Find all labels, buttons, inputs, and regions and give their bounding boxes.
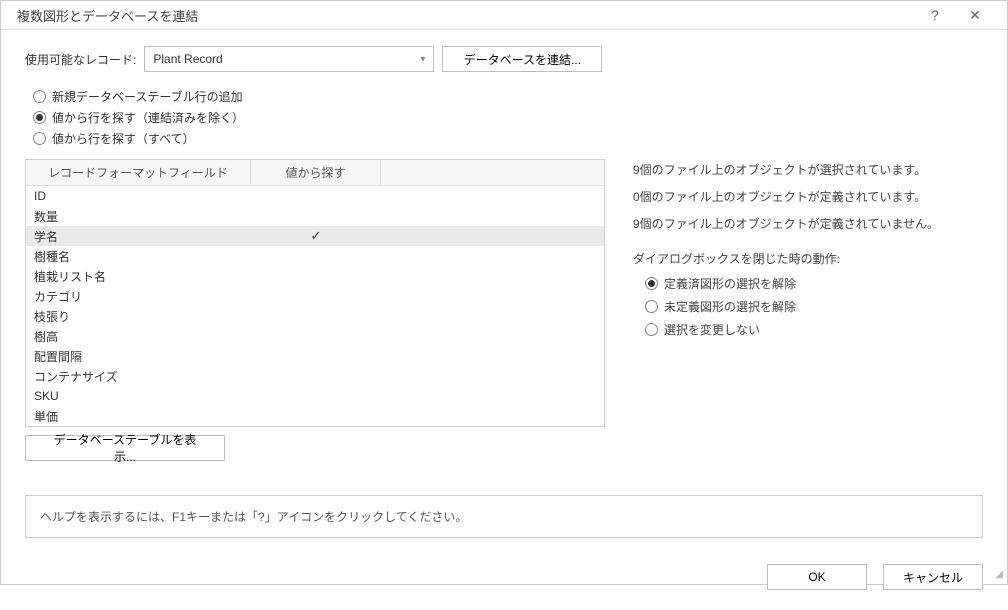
close-action-option[interactable]: 未定義図形の選択を解除	[645, 298, 983, 315]
status-selected: 9個のファイル上のオブジェクトが選択されています。	[633, 161, 983, 178]
table-row[interactable]: 植栽リスト名	[26, 266, 604, 286]
check-icon: ✓	[311, 228, 322, 244]
dialog-window: 複数図形とデータベースを連結 ? ✕ 使用可能なレコード: Plant Reco…	[0, 0, 1008, 585]
close-icon[interactable]: ✕	[955, 1, 995, 29]
status-defined: 0個のファイル上のオブジェクトが定義されています。	[633, 188, 983, 205]
insert-mode-radios: 新規データベーステーブル行の追加値から行を探す（連結済みを除く） 値から行を探す（…	[33, 88, 983, 147]
radio-icon	[645, 300, 658, 313]
cell-field: 植栽リスト名	[26, 268, 251, 285]
show-db-table-button[interactable]: データベーステーブルを表示...	[25, 435, 225, 461]
close-action-caption: ダイアログボックスを閉じた時の動作:	[633, 250, 983, 267]
table-header: レコードフォーマットフィールド 値から探す	[26, 160, 604, 186]
status-undefined: 9個のファイル上のオブジェクトが定義されていません。	[633, 215, 983, 232]
table-body: ID 数量学名 ✓ 樹種名植栽リスト名カテゴリ枝張り樹高配置間隔コンテナサイズ SKU 単…	[26, 186, 604, 426]
table-row[interactable]: 樹種名	[26, 246, 604, 266]
cell-field: コンテナサイズ	[26, 368, 251, 385]
field-table-wrap: レコードフォーマットフィールド 値から探す ID 数量学名 ✓ 樹種名植栽リスト名カテ…	[25, 159, 605, 461]
close-action-radios: 定義済図形の選択を解除未定義図形の選択を解除選択を変更しない	[645, 275, 983, 338]
cell-find: ✓	[251, 228, 381, 244]
available-records-row: 使用可能なレコード: Plant Record ▾ データベースを連結...	[25, 46, 983, 72]
table-row[interactable]: 単価	[26, 406, 604, 426]
close-action-label: 選択を変更しない	[664, 321, 760, 338]
cell-field: 配置間隔	[26, 348, 251, 365]
table-row[interactable]: 学名 ✓	[26, 226, 604, 246]
insert-mode-label: 値から行を探す（連結済みを除く）	[52, 109, 244, 126]
ok-button[interactable]: OK	[767, 564, 867, 590]
cell-field: 単価	[26, 408, 251, 425]
table-row[interactable]: SKU	[26, 386, 604, 406]
insert-mode-option[interactable]: 値から行を探す（連結済みを除く）	[33, 109, 983, 126]
radio-icon	[33, 111, 46, 124]
table-row[interactable]: 数量	[26, 206, 604, 226]
dialog-footer: OK キャンセル	[1, 550, 1007, 610]
connect-database-button[interactable]: データベースを連結...	[442, 46, 602, 72]
field-table: レコードフォーマットフィールド 値から探す ID 数量学名 ✓ 樹種名植栽リスト名カテ…	[25, 159, 605, 427]
dialog-title: 複数図形とデータベースを連結	[17, 6, 915, 25]
available-records-label: 使用可能なレコード:	[25, 51, 136, 68]
cell-field: カテゴリ	[26, 288, 251, 305]
th-find[interactable]: 値から探す	[251, 160, 381, 185]
table-row[interactable]: ID	[26, 186, 604, 206]
insert-mode-label: 値から行を探す（すべて）	[52, 130, 195, 147]
cell-field: ID	[26, 189, 251, 203]
cell-field: 樹種名	[26, 248, 251, 265]
table-row[interactable]: 枝張り	[26, 306, 604, 326]
th-rest	[381, 160, 604, 185]
radio-icon	[33, 132, 46, 145]
cell-field: 数量	[26, 208, 251, 225]
middle-section: レコードフォーマットフィールド 値から探す ID 数量学名 ✓ 樹種名植栽リスト名カテ…	[25, 159, 983, 461]
chevron-down-icon: ▾	[420, 54, 425, 65]
close-action-option[interactable]: 選択を変更しない	[645, 321, 983, 338]
close-action-label: 未定義図形の選択を解除	[664, 298, 796, 315]
table-row[interactable]: コンテナサイズ	[26, 366, 604, 386]
cell-field: 学名	[26, 228, 251, 245]
status-panel: 9個のファイル上のオブジェクトが選択されています。 0個のファイル上のオブジェク…	[633, 159, 983, 338]
th-field[interactable]: レコードフォーマットフィールド	[26, 160, 251, 185]
record-select[interactable]: Plant Record ▾	[144, 46, 434, 72]
help-hint: ヘルプを表示するには、F1キーまたは「?」アイコンをクリックしてください。	[25, 495, 983, 538]
dialog-content: 使用可能なレコード: Plant Record ▾ データベースを連結... 新…	[1, 30, 1007, 550]
insert-mode-option[interactable]: 新規データベーステーブル行の追加	[33, 88, 983, 105]
table-row[interactable]: 樹高	[26, 326, 604, 346]
insert-mode-option[interactable]: 値から行を探す（すべて）	[33, 130, 983, 147]
cell-field: 樹高	[26, 328, 251, 345]
radio-icon	[645, 323, 658, 336]
close-action-option[interactable]: 定義済図形の選択を解除	[645, 275, 983, 292]
cancel-button[interactable]: キャンセル	[883, 564, 983, 590]
close-action-label: 定義済図形の選択を解除	[664, 275, 796, 292]
record-select-value: Plant Record	[153, 52, 222, 66]
table-row[interactable]: カテゴリ	[26, 286, 604, 306]
insert-mode-label: 新規データベーステーブル行の追加	[52, 88, 243, 105]
titlebar: 複数図形とデータベースを連結 ? ✕	[1, 1, 1007, 30]
cell-field: SKU	[26, 389, 251, 403]
cell-field: 枝張り	[26, 308, 251, 325]
help-icon[interactable]: ?	[915, 1, 955, 29]
radio-icon	[645, 277, 658, 290]
radio-icon	[33, 90, 46, 103]
resize-grip-icon[interactable]: ◢	[991, 568, 1003, 580]
table-row[interactable]: 配置間隔	[26, 346, 604, 366]
